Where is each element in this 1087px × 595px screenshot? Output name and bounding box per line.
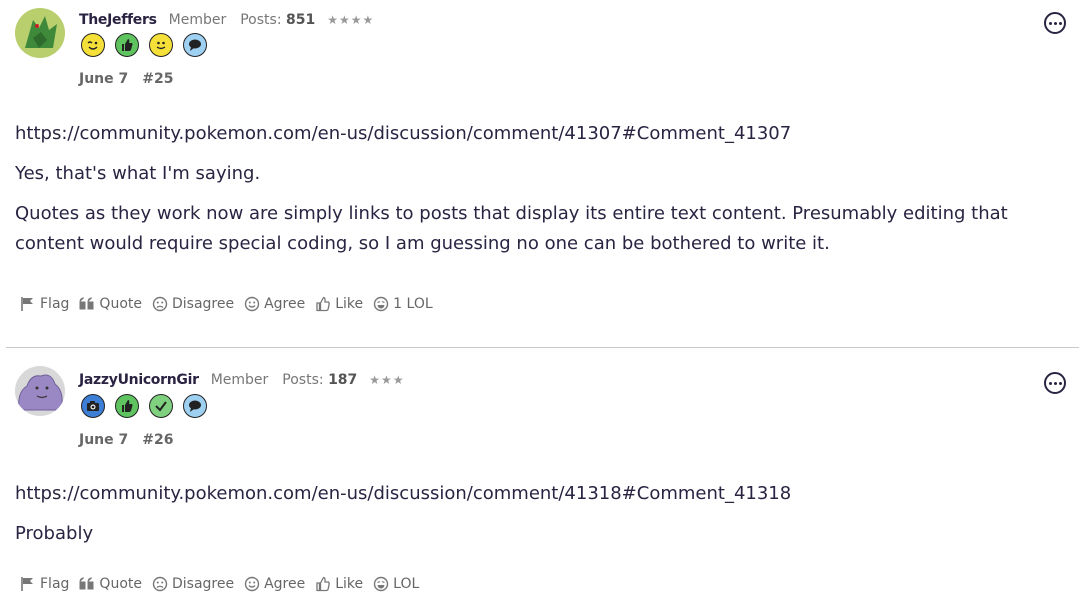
avatar[interactable] (15, 8, 65, 58)
post-paragraph: Probably (15, 523, 94, 544)
quote-icon (79, 297, 94, 310)
like-label: Like (335, 576, 364, 592)
reaction-bar: Flag Quote Disagree Agree Like 1 LOL (20, 296, 443, 312)
agree-button[interactable]: Agree (244, 296, 305, 312)
agree-label: Agree (264, 576, 306, 592)
options-menu-button[interactable] (1044, 372, 1066, 394)
post-dateline: June 7 #26 (79, 432, 173, 448)
flag-icon (21, 297, 33, 311)
comment-post: JazzyUnicornGir Member Posts: 187 ★★★ Ju… (0, 348, 1087, 595)
quote-button[interactable]: Quote (79, 576, 142, 592)
rank-stars: ★★★ (369, 373, 405, 387)
comment-post: TheJeffers Member Posts: 851 ★★★★ June 7… (0, 0, 1087, 347)
reaction-bar: Flag Quote Disagree Agree Like LOL (20, 576, 429, 592)
like-button[interactable]: Like (315, 296, 363, 312)
flag-button[interactable]: Flag (20, 576, 69, 592)
speech-bubble-badge-icon[interactable] (183, 394, 207, 418)
flag-label: Flag (40, 296, 70, 312)
user-role: Member (168, 12, 227, 28)
frown-icon (152, 296, 168, 312)
posts-label: Posts: (282, 372, 324, 388)
badge-list (81, 394, 207, 418)
wink-face-badge-icon[interactable] (81, 33, 105, 57)
badge-list (81, 33, 207, 57)
quote-icon (79, 577, 94, 590)
post-date[interactable]: June 7 (79, 71, 128, 87)
smile-icon (244, 576, 260, 592)
rank-stars: ★★★★ (327, 13, 375, 27)
thumbs-up-icon (316, 576, 331, 592)
lol-label: 1 LOL (393, 296, 433, 312)
flag-icon (21, 577, 33, 591)
like-label: Like (335, 296, 364, 312)
smile-face-badge-icon[interactable] (149, 33, 173, 57)
lol-button[interactable]: 1 LOL (373, 296, 433, 312)
agree-button[interactable]: Agree (244, 576, 305, 592)
post-paragraph: Yes, that's what I'm saying. (15, 163, 261, 184)
quote-button[interactable]: Quote (79, 296, 142, 312)
post-count: Posts: 187 (282, 372, 357, 388)
post-date[interactable]: June 7 (79, 432, 128, 448)
author-meta: JazzyUnicornGir Member Posts: 187 ★★★ (79, 372, 405, 388)
options-menu-button[interactable] (1044, 12, 1066, 34)
username[interactable]: TheJeffers (79, 12, 157, 28)
flag-button[interactable]: Flag (20, 296, 69, 312)
post-body: https://community.pokemon.com/en-us/disc… (15, 119, 1047, 269)
disagree-button[interactable]: Disagree (152, 576, 234, 592)
frown-icon (152, 576, 168, 592)
laugh-icon (373, 296, 389, 312)
lol-label: LOL (393, 576, 420, 592)
post-link[interactable]: https://community.pokemon.com/en-us/disc… (15, 479, 1047, 509)
post-paragraph: Quotes as they work now are simply links… (15, 203, 1008, 254)
laugh-icon (373, 576, 389, 592)
speech-bubble-badge-icon[interactable] (183, 33, 207, 57)
smile-icon (244, 296, 260, 312)
thumbs-up-badge-icon[interactable] (115, 33, 139, 57)
user-role: Member (210, 372, 269, 388)
post-dateline: June 7 #25 (79, 71, 173, 87)
checkmark-badge-icon[interactable] (149, 394, 173, 418)
post-number[interactable]: #26 (142, 432, 173, 448)
post-link[interactable]: https://community.pokemon.com/en-us/disc… (15, 119, 1047, 149)
disagree-button[interactable]: Disagree (152, 296, 234, 312)
post-body: https://community.pokemon.com/en-us/disc… (15, 479, 1047, 559)
posts-count: 187 (328, 372, 358, 388)
quote-label: Quote (99, 296, 142, 312)
post-number[interactable]: #25 (142, 71, 173, 87)
camera-badge-icon[interactable] (81, 394, 105, 418)
quote-label: Quote (99, 576, 142, 592)
posts-label: Posts: (240, 12, 282, 28)
disagree-label: Disagree (171, 296, 235, 312)
post-count: Posts: 851 (240, 12, 315, 28)
lol-button[interactable]: LOL (373, 576, 419, 592)
thumbs-up-badge-icon[interactable] (115, 394, 139, 418)
posts-count: 851 (286, 12, 316, 28)
disagree-label: Disagree (171, 576, 235, 592)
author-meta: TheJeffers Member Posts: 851 ★★★★ (79, 12, 374, 28)
avatar[interactable] (15, 366, 65, 416)
flag-label: Flag (40, 576, 70, 592)
thumbs-up-icon (316, 296, 331, 312)
agree-label: Agree (264, 296, 306, 312)
username[interactable]: JazzyUnicornGir (79, 372, 199, 388)
like-button[interactable]: Like (315, 576, 363, 592)
